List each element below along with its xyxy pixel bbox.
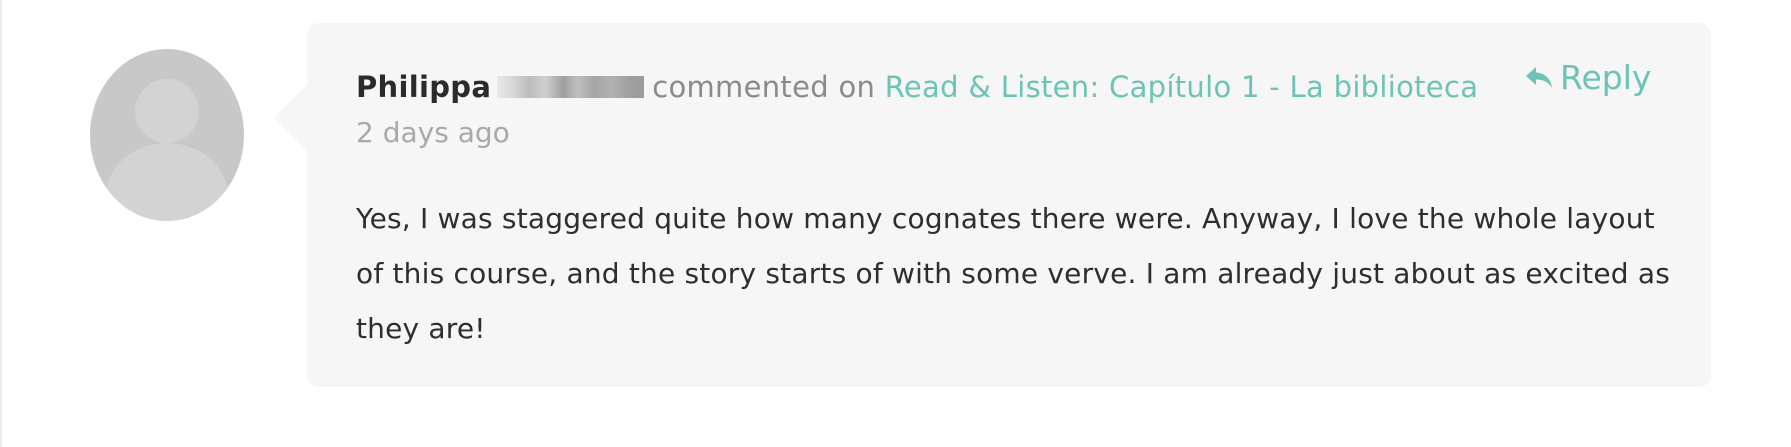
left-border: [0, 0, 2, 447]
comment-body: Yes, I was staggered quite how many cogn…: [356, 202, 1671, 345]
user-silhouette-icon: [105, 79, 229, 221]
comment-header: Philippa commented on Read & Listen: Capí…: [356, 67, 1478, 107]
avatar[interactable]: [90, 49, 244, 221]
lesson-link[interactable]: Read & Listen: Capítulo 1 - La bibliotec…: [885, 70, 1479, 104]
reply-arrow-icon: [1524, 60, 1554, 100]
redacted-surname: [497, 76, 645, 98]
commented-on-label: commented on: [652, 70, 876, 104]
reply-label: Reply: [1560, 58, 1652, 97]
comment-timestamp: 2 days ago: [356, 116, 510, 149]
comment-card-pointer: [274, 85, 307, 151]
author-name-link[interactable]: Philippa: [356, 70, 491, 104]
reply-button[interactable]: Reply: [1524, 58, 1651, 100]
comment-card: Philippa commented on Read & Listen: Capí…: [274, 23, 1711, 387]
